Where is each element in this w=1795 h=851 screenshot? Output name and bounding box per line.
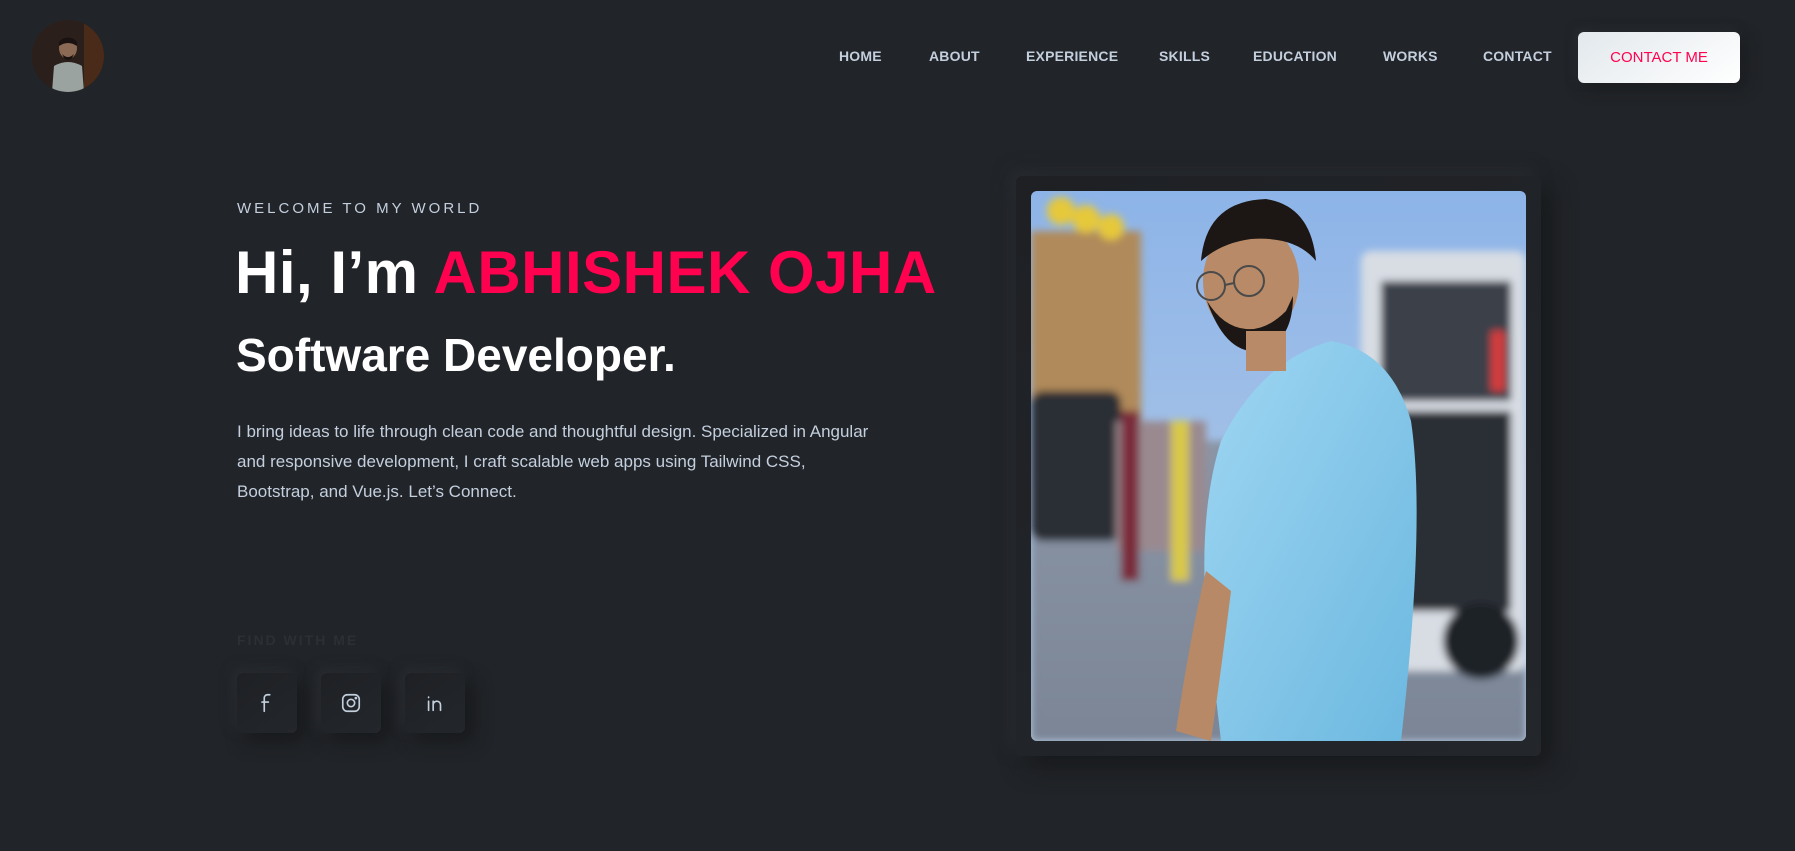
nav-home[interactable]: HOME — [839, 48, 882, 64]
hero-description: I bring ideas to life through clean code… — [237, 422, 869, 501]
nav-skills[interactable]: SKILLS — [1159, 48, 1210, 64]
nav-works[interactable]: WORKS — [1383, 48, 1438, 64]
facebook-button[interactable] — [237, 673, 297, 733]
nav-about[interactable]: ABOUT — [929, 48, 980, 64]
hero-greeting: Hi, I’m — [235, 239, 434, 306]
profile-photo-card — [1016, 176, 1541, 756]
hero-headline: Hi, I’m ABHISHEK OJHA — [235, 238, 937, 307]
instagram-button[interactable] — [321, 673, 381, 733]
instagram-icon — [341, 693, 361, 713]
hero-kicker: WELCOME TO MY WORLD — [237, 200, 483, 217]
linkedin-icon — [427, 696, 442, 712]
hero-role: Software Developer. — [236, 329, 676, 381]
nav-experience[interactable]: EXPERIENCE — [1026, 48, 1118, 64]
hero-name: ABHISHEK OJHA — [433, 239, 937, 306]
contact-me-button[interactable]: CONTACT ME — [1578, 32, 1740, 83]
profile-avatar[interactable] — [32, 20, 104, 92]
profile-photo — [1031, 191, 1526, 741]
site-header: HOME ABOUT EXPERIENCE SKILLS EDUCATION W… — [0, 0, 1795, 115]
nav-contact[interactable]: CONTACT — [1483, 48, 1552, 64]
find-with-me-label: FIND WITH ME — [237, 632, 359, 648]
linkedin-button[interactable] — [405, 673, 465, 733]
nav-education[interactable]: EDUCATION — [1253, 48, 1337, 64]
facebook-icon — [261, 693, 271, 713]
